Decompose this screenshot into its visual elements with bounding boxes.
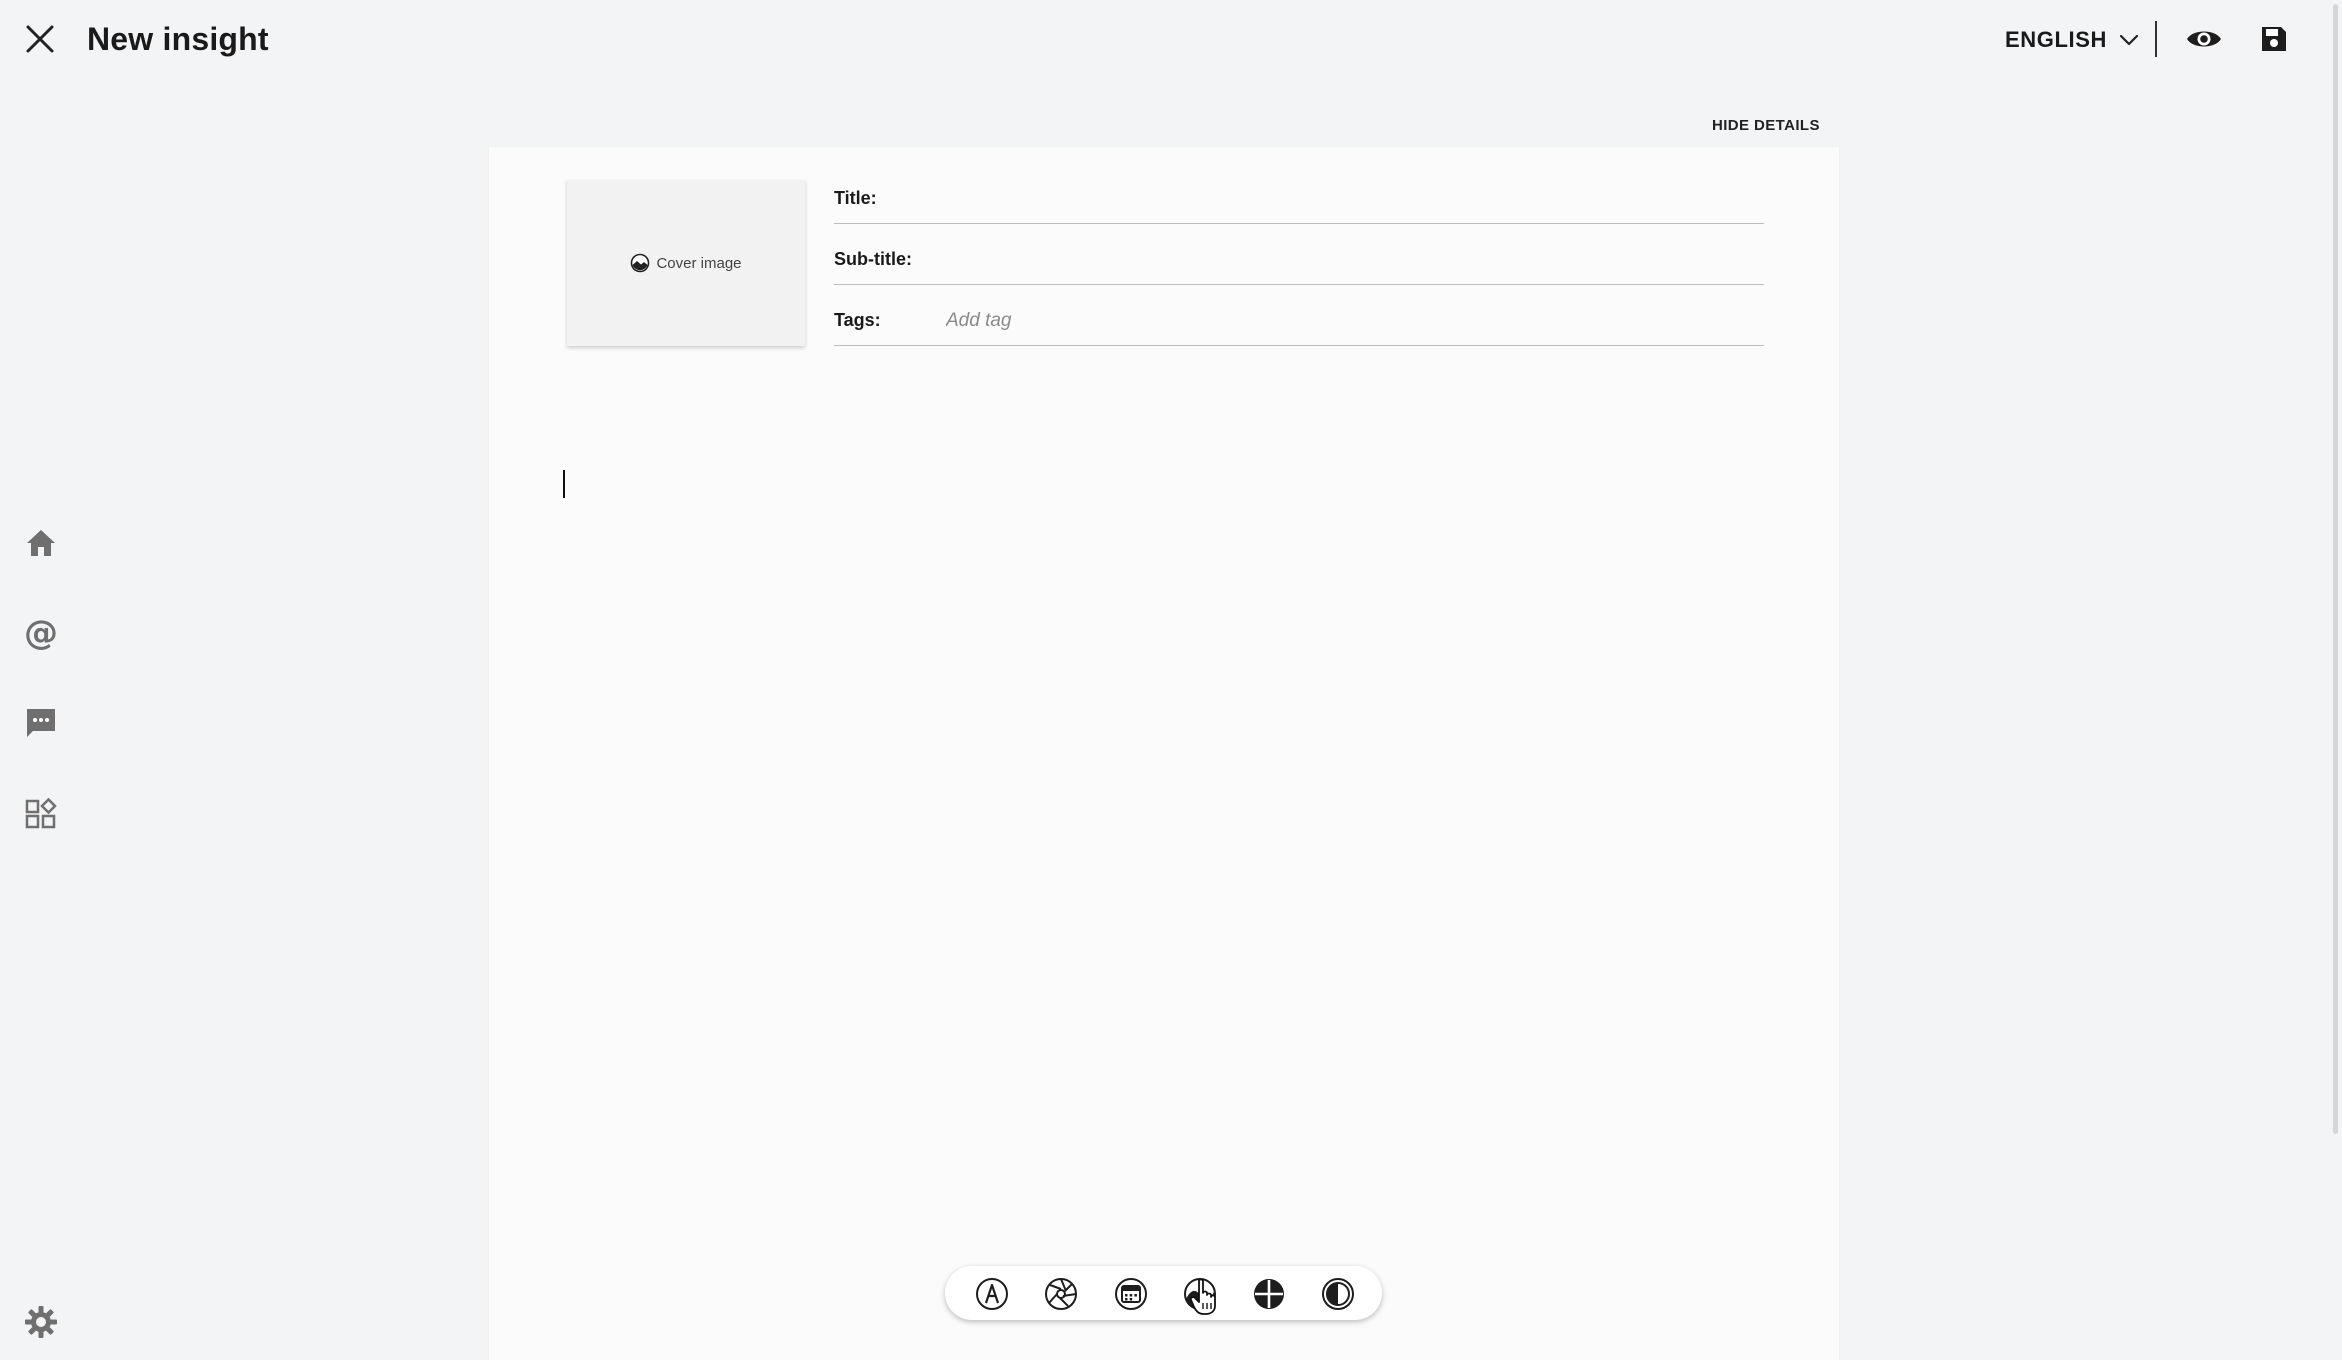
subtitle-label: Sub-title: — [834, 249, 912, 269]
title-input[interactable] — [944, 183, 1764, 215]
tags-label: Tags: — [834, 310, 881, 330]
gear-icon — [25, 1306, 57, 1338]
sidebar-item-mentions[interactable]: @ — [20, 612, 62, 654]
landscape-image-icon — [631, 253, 650, 273]
at-sign-icon: @ — [24, 613, 58, 653]
contrast-icon — [1322, 1278, 1354, 1310]
sidebar-item-home[interactable] — [20, 522, 62, 564]
language-label: ENGLISH — [2005, 27, 2107, 52]
top-bar: New insight ENGLISH — [0, 0, 2342, 78]
close-button[interactable] — [20, 19, 60, 59]
sidebar-item-messages[interactable] — [20, 702, 62, 744]
calendar-icon — [1115, 1278, 1147, 1310]
chevron-down-icon — [2119, 34, 2139, 46]
preview-button[interactable] — [2184, 19, 2224, 59]
chat-bubble-icon — [27, 709, 55, 737]
scrollbar-thumb[interactable] — [2333, 4, 2338, 1134]
settings-button[interactable] — [20, 1301, 62, 1343]
text-a-icon — [976, 1278, 1008, 1310]
tags-field: Tags: — [834, 299, 1764, 346]
close-icon — [26, 25, 54, 53]
editor-body[interactable] — [560, 440, 1770, 1220]
floppy-disk-icon — [2262, 27, 2286, 51]
media-block-button[interactable] — [1043, 1276, 1079, 1312]
title-label: Title: — [834, 188, 877, 208]
cover-image-picker[interactable]: Cover image — [567, 180, 805, 346]
calendar-block-button[interactable] — [1113, 1276, 1149, 1312]
contrast-block-button[interactable] — [1320, 1276, 1356, 1312]
aperture-icon — [1045, 1278, 1077, 1310]
plus-circle-icon — [1254, 1279, 1284, 1309]
hide-details-button[interactable]: HIDE DETAILS — [1712, 117, 1820, 134]
cover-image-label: Cover image — [656, 254, 742, 272]
text-caret — [563, 470, 565, 498]
eye-icon — [2187, 31, 2221, 47]
page-title: New insight — [87, 21, 269, 57]
add-block-button[interactable] — [1251, 1276, 1287, 1312]
chart-block-button[interactable] — [1182, 1276, 1218, 1312]
title-field: Title: — [834, 177, 1764, 224]
chart-icon — [1184, 1278, 1216, 1310]
subtitle-field: Sub-title: — [834, 238, 1764, 285]
widgets-icon — [25, 798, 57, 829]
toolbar-divider — [2155, 21, 2157, 57]
add-tag-input[interactable] — [944, 305, 1764, 337]
block-toolbar — [945, 1266, 1382, 1320]
save-button[interactable] — [2254, 19, 2294, 59]
language-dropdown[interactable]: ENGLISH — [2005, 20, 2139, 60]
home-icon — [27, 530, 55, 556]
text-block-button[interactable] — [974, 1276, 1010, 1312]
subtitle-input[interactable] — [944, 244, 1764, 276]
sidebar-item-apps[interactable] — [20, 793, 62, 835]
